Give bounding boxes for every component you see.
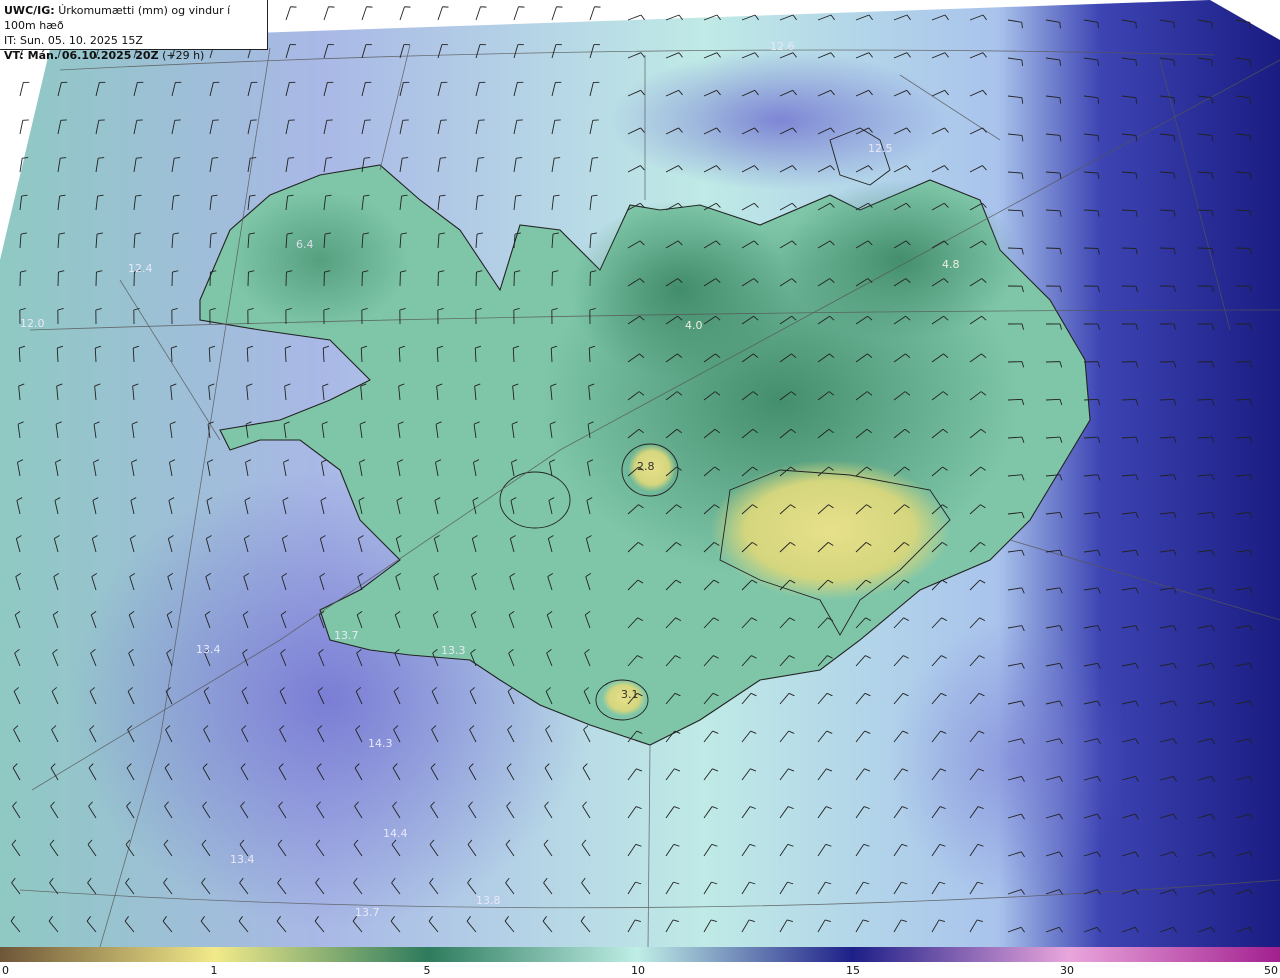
forecast-offset: (+29 h) bbox=[162, 49, 205, 62]
westfjords-green bbox=[230, 190, 410, 330]
wind-barb-flag bbox=[22, 157, 29, 159]
wind-barb-flag bbox=[250, 157, 257, 159]
wind-barb-flag bbox=[1097, 22, 1099, 29]
legend-tick: 10 bbox=[631, 964, 645, 977]
wind-barb-flag bbox=[326, 157, 333, 159]
north-green bbox=[570, 200, 790, 380]
init-time: IT: Sun. 05. 10. 2025 15Z bbox=[4, 34, 143, 47]
wind-barb-flag bbox=[592, 157, 599, 159]
legend-tick: 50 bbox=[1264, 964, 1278, 977]
value-label: 13.7 bbox=[355, 906, 380, 919]
value-label: 13.3 bbox=[441, 644, 466, 657]
legend-tick: 5 bbox=[423, 964, 431, 977]
value-label: 14.4 bbox=[383, 827, 408, 840]
northeast-green bbox=[780, 180, 1020, 340]
precip-band-east bbox=[890, 620, 1130, 900]
wind-barb-flag bbox=[1211, 22, 1213, 29]
wind-barb-flag bbox=[1173, 22, 1175, 29]
wind-barb bbox=[1045, 247, 1061, 249]
wind-barb-flag bbox=[1059, 22, 1061, 29]
title-line: UWC/IG: Úrkomumætti (mm) og vindur í 100… bbox=[4, 3, 263, 33]
value-label: 12.6 bbox=[770, 40, 795, 53]
map-info-box: UWC/IG: Úrkomumætti (mm) og vindur í 100… bbox=[0, 0, 268, 62]
wind-barb-flag bbox=[402, 157, 409, 159]
value-label: 2.8 bbox=[637, 460, 655, 473]
value-label: 3.1 bbox=[621, 688, 639, 701]
wind-barb-flag bbox=[364, 157, 371, 159]
color-legend: 0 1 5 10 15 30 50 bbox=[0, 947, 1280, 978]
wind-barb-flag bbox=[554, 157, 561, 159]
value-label: 14.3 bbox=[368, 737, 393, 750]
wind-barb-flag bbox=[288, 157, 295, 159]
legend-tick: 30 bbox=[1060, 964, 1074, 977]
wind-barb bbox=[1007, 247, 1023, 249]
legend-colorbar bbox=[0, 947, 1280, 962]
wind-barb-flag bbox=[1249, 22, 1251, 29]
legend-tick: 0 bbox=[2, 964, 9, 977]
wind-barb-flag bbox=[1021, 22, 1023, 29]
model-name: UWC/IG: bbox=[4, 4, 55, 17]
value-label: 4.8 bbox=[942, 258, 960, 271]
wind-barb-flag bbox=[136, 157, 143, 159]
wind-barb-flag bbox=[60, 157, 67, 159]
value-label: 13.4 bbox=[196, 643, 221, 656]
value-label: 12.0 bbox=[20, 317, 45, 330]
wind-barb bbox=[1083, 247, 1099, 249]
value-label: 4.0 bbox=[685, 319, 703, 332]
legend-tick: 1 bbox=[210, 964, 218, 977]
wind-barb-flag bbox=[516, 157, 523, 159]
vatnajokull-dry bbox=[710, 460, 950, 600]
valid-time: VT: Mán. 06.10.2025 20Z bbox=[4, 49, 159, 62]
wind-barb bbox=[1121, 247, 1137, 249]
legend-tick: 15 bbox=[846, 964, 860, 977]
value-label: 13.4 bbox=[230, 853, 255, 866]
value-label: 12.4 bbox=[128, 262, 153, 275]
wind-barb bbox=[1235, 247, 1251, 249]
wind-barb-flag bbox=[1135, 22, 1137, 29]
value-label: 13.8 bbox=[476, 894, 501, 907]
value-label: 13.7 bbox=[334, 629, 359, 642]
value-label: 6.4 bbox=[296, 238, 314, 251]
wind-barb-flag bbox=[174, 157, 181, 159]
wind-barb bbox=[1197, 247, 1213, 249]
valid-time-line: VT: Mán. 06.10.2025 20Z (+29 h) bbox=[4, 48, 263, 63]
wind-barb bbox=[1159, 247, 1175, 249]
value-label: 12.5 bbox=[868, 142, 893, 155]
wind-barb-flag bbox=[212, 157, 219, 159]
wind-barb-flag bbox=[440, 157, 447, 159]
wind-barb-flag bbox=[478, 157, 485, 159]
wind-barb-flag bbox=[98, 157, 105, 159]
precipitation-wind-map: 12.6 12.5 4.8 4.0 6.4 12.4 12.0 2.8 13.7… bbox=[0, 0, 1280, 947]
